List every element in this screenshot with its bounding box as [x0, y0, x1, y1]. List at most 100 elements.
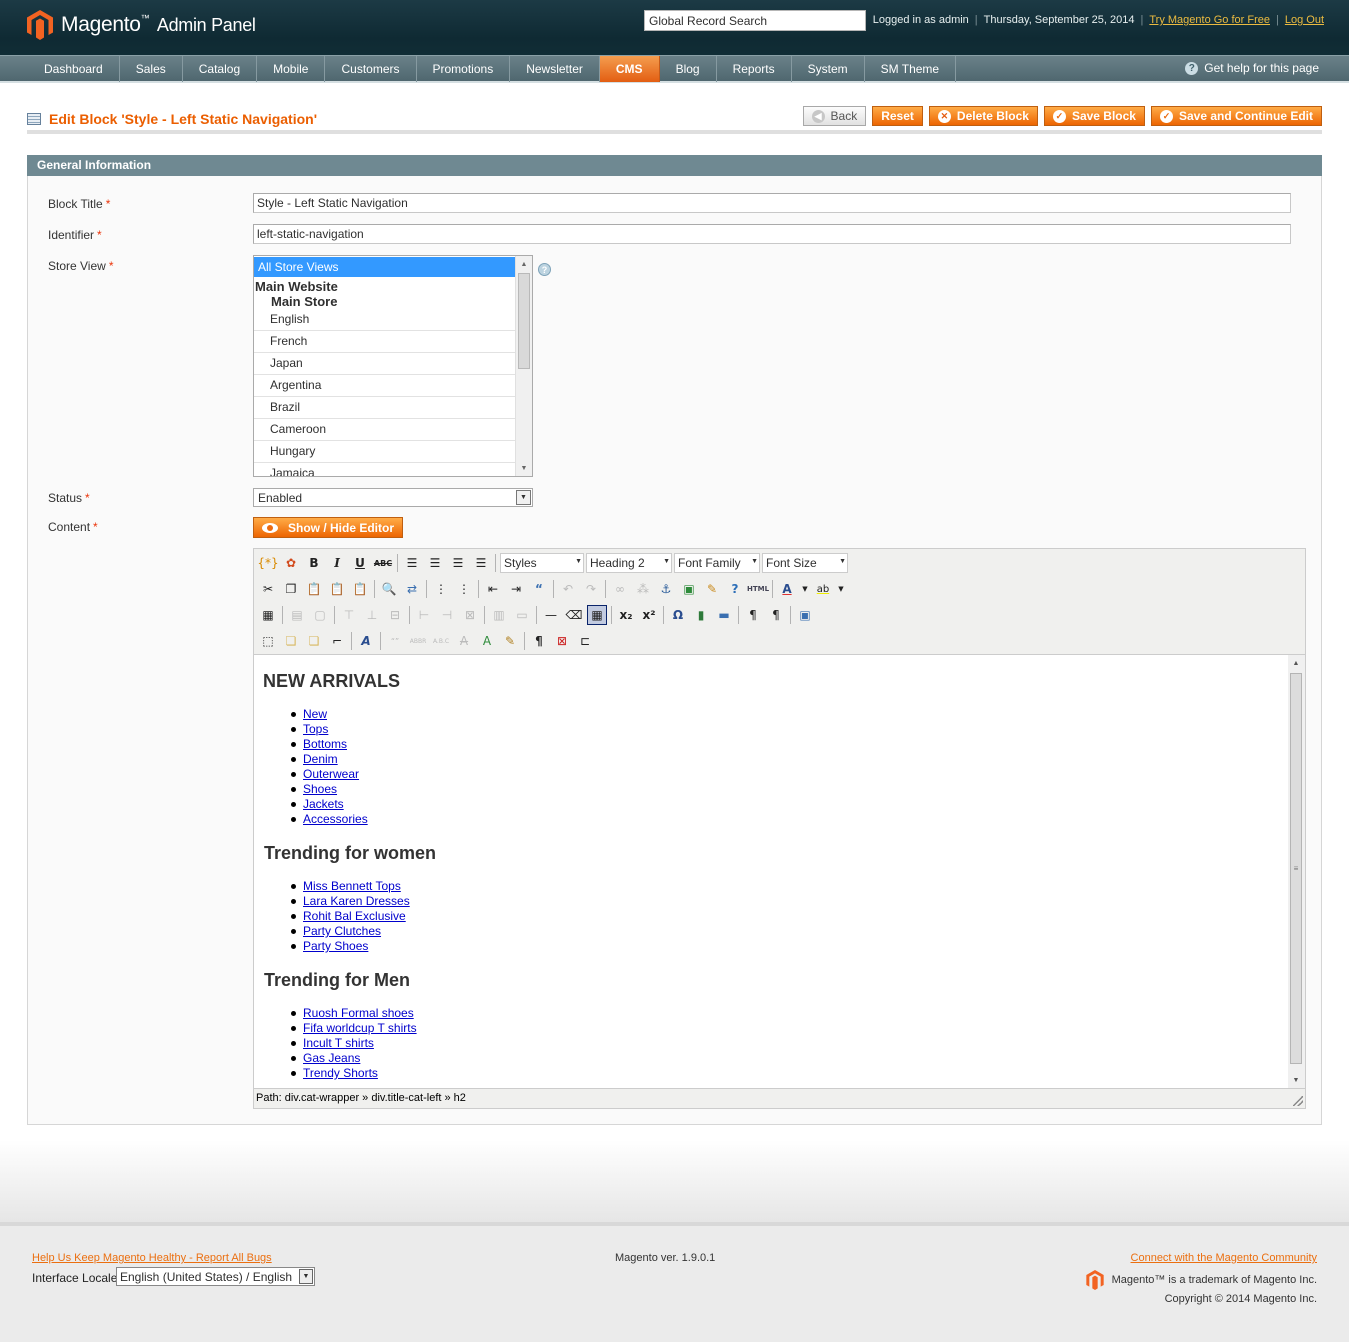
nav-promotions[interactable]: Promotions	[417, 56, 511, 82]
find-icon[interactable]: 🔍	[379, 579, 399, 599]
status-select[interactable]: Enabled ▼	[253, 488, 533, 507]
scroll-thumb[interactable]	[518, 273, 530, 369]
list-item[interactable]: Ruosh Formal shoes	[291, 1006, 417, 1021]
list-item[interactable]: Tops	[291, 722, 368, 737]
show-hide-editor-button[interactable]: Show / Hide Editor	[253, 517, 404, 538]
move-forward-icon[interactable]: ❏	[281, 631, 301, 651]
store-option[interactable]: Argentina	[254, 375, 516, 397]
remove-format-icon[interactable]: ⌫	[564, 605, 584, 625]
text-color-icon[interactable]: A	[777, 579, 797, 599]
copy-icon[interactable]: ❐	[281, 579, 301, 599]
image-icon[interactable]: ▣	[679, 579, 699, 599]
heading-select[interactable]: Heading 2 ▼	[586, 553, 672, 573]
paste-text-icon[interactable]: 📋	[327, 579, 347, 599]
insert-variable-icon[interactable]: {*}	[257, 553, 278, 573]
font-size-select[interactable]: Font Size ▼	[762, 553, 848, 573]
report-bugs-link[interactable]: Help Us Keep Magento Healthy - Report Al…	[32, 1252, 272, 1264]
cell-props-icon[interactable]: ▢	[310, 605, 330, 625]
list-item[interactable]: Party Shoes	[291, 939, 410, 954]
scroll-down-icon[interactable]: ▼	[1288, 1072, 1304, 1088]
align-center-icon[interactable]: ☰	[425, 553, 445, 573]
list-item[interactable]: Fifa worldcup T shirts	[291, 1021, 417, 1036]
nav-blog[interactable]: Blog	[660, 56, 717, 82]
cut-icon[interactable]: ✂	[258, 579, 278, 599]
outdent-icon[interactable]: ⇤	[483, 579, 503, 599]
nav-cms[interactable]: CMS	[599, 56, 660, 82]
col-after-icon[interactable]: ⊣	[437, 605, 457, 625]
move-backward-icon[interactable]: ❏	[304, 631, 324, 651]
list-item[interactable]: Miss Bennett Tops	[291, 879, 410, 894]
list-item[interactable]: Outerwear	[291, 767, 368, 782]
style-props-icon[interactable]: A	[356, 631, 376, 651]
bullet-list-icon[interactable]: ⋮	[431, 579, 451, 599]
identifier-input[interactable]: left-static-navigation	[253, 224, 1291, 244]
align-left-icon[interactable]: ☰	[402, 553, 422, 573]
split-cells-icon[interactable]: ▥	[489, 605, 509, 625]
acronym-icon[interactable]: A.B.C	[431, 631, 451, 651]
insert-widget-icon[interactable]: ✿	[281, 553, 301, 573]
list-item[interactable]: Trendy Shorts	[291, 1066, 417, 1081]
abbr-icon[interactable]: ABBR	[408, 631, 428, 651]
resize-handle-icon[interactable]	[1293, 1096, 1303, 1106]
save-continue-button[interactable]: ✓ Save and Continue Edit	[1150, 106, 1322, 126]
attribs-icon[interactable]: ✎	[500, 631, 520, 651]
absolute-icon[interactable]: ⌐	[327, 631, 347, 651]
ltr-icon[interactable]: ¶	[743, 605, 763, 625]
background-color-icon[interactable]: ab	[813, 579, 833, 599]
undo-icon[interactable]: ↶	[558, 579, 578, 599]
community-link[interactable]: Connect with the Magento Community	[1131, 1252, 1317, 1264]
editor-content-area[interactable]: NEW ARRIVALS New Tops Bottoms Denim Oute…	[254, 655, 1305, 1088]
store-option[interactable]: English	[254, 309, 516, 331]
list-item[interactable]: Accessories	[291, 812, 368, 827]
help-icon[interactable]: ?	[725, 579, 745, 599]
unlink-icon[interactable]: ⁂	[633, 579, 653, 599]
pagebreak-icon[interactable]: ⊏	[575, 631, 595, 651]
logo[interactable]: Magento™ Admin Panel	[27, 10, 256, 40]
list-item[interactable]: Incult T shirts	[291, 1036, 417, 1051]
nonbreaking-icon[interactable]: ⊠	[552, 631, 572, 651]
align-justify-icon[interactable]: ☰	[471, 553, 491, 573]
store-option[interactable]: Jamaica	[254, 463, 516, 476]
link-icon[interactable]: ∞	[610, 579, 630, 599]
superscript-icon[interactable]: x²	[639, 605, 659, 625]
chevron-down-icon[interactable]: ▼	[836, 579, 846, 599]
chevron-down-icon[interactable]: ▼	[800, 579, 810, 599]
nav-customers[interactable]: Customers	[325, 56, 417, 82]
list-item[interactable]: Bottoms	[291, 737, 368, 752]
horizontal-rule-icon[interactable]: —	[541, 605, 561, 625]
nav-sm-theme[interactable]: SM Theme	[865, 56, 957, 82]
special-char-icon[interactable]: Ω	[668, 605, 688, 625]
list-item[interactable]: Gas Jeans	[291, 1051, 417, 1066]
back-button[interactable]: ◀ Back	[802, 106, 867, 126]
paste-icon[interactable]: 📋	[304, 579, 324, 599]
subscript-icon[interactable]: x₂	[616, 605, 636, 625]
nav-mobile[interactable]: Mobile	[257, 56, 326, 82]
store-option[interactable]: Hungary	[254, 441, 516, 463]
store-option[interactable]: Brazil	[254, 397, 516, 419]
cite-icon[interactable]: “”	[385, 631, 405, 651]
try-magento-go-link[interactable]: Try Magento Go for Free	[1149, 14, 1270, 26]
cleanup-icon[interactable]: ✎	[702, 579, 722, 599]
help-link[interactable]: ? Get help for this page	[1185, 61, 1319, 75]
store-option[interactable]: Japan	[254, 353, 516, 375]
nav-sales[interactable]: Sales	[120, 56, 183, 82]
list-item[interactable]: Denim	[291, 752, 368, 767]
numbered-list-icon[interactable]: ⋮	[454, 579, 474, 599]
del-icon[interactable]: A	[454, 631, 474, 651]
delete-col-icon[interactable]: ⊠	[460, 605, 480, 625]
media-icon[interactable]: ▮	[691, 605, 711, 625]
list-item[interactable]: Rohit Bal Exclusive	[291, 909, 410, 924]
col-before-icon[interactable]: ⊢	[414, 605, 434, 625]
store-view-scrollbar[interactable]: ▲ ▼	[515, 256, 532, 476]
store-option-all[interactable]: All Store Views	[254, 257, 516, 277]
logout-link[interactable]: Log Out	[1285, 14, 1324, 26]
global-search-input[interactable]: Global Record Search	[644, 10, 866, 31]
delete-block-button[interactable]: ✕ Delete Block	[928, 106, 1038, 126]
table-props-icon[interactable]: ▦	[258, 605, 278, 625]
list-item[interactable]: Jackets	[291, 797, 368, 812]
styles-select[interactable]: Styles ▼	[500, 553, 584, 573]
store-option[interactable]: Cameroon	[254, 419, 516, 441]
row-props-icon[interactable]: ▤	[287, 605, 307, 625]
reset-button[interactable]: Reset	[872, 106, 923, 126]
list-item[interactable]: Shoes	[291, 782, 368, 797]
